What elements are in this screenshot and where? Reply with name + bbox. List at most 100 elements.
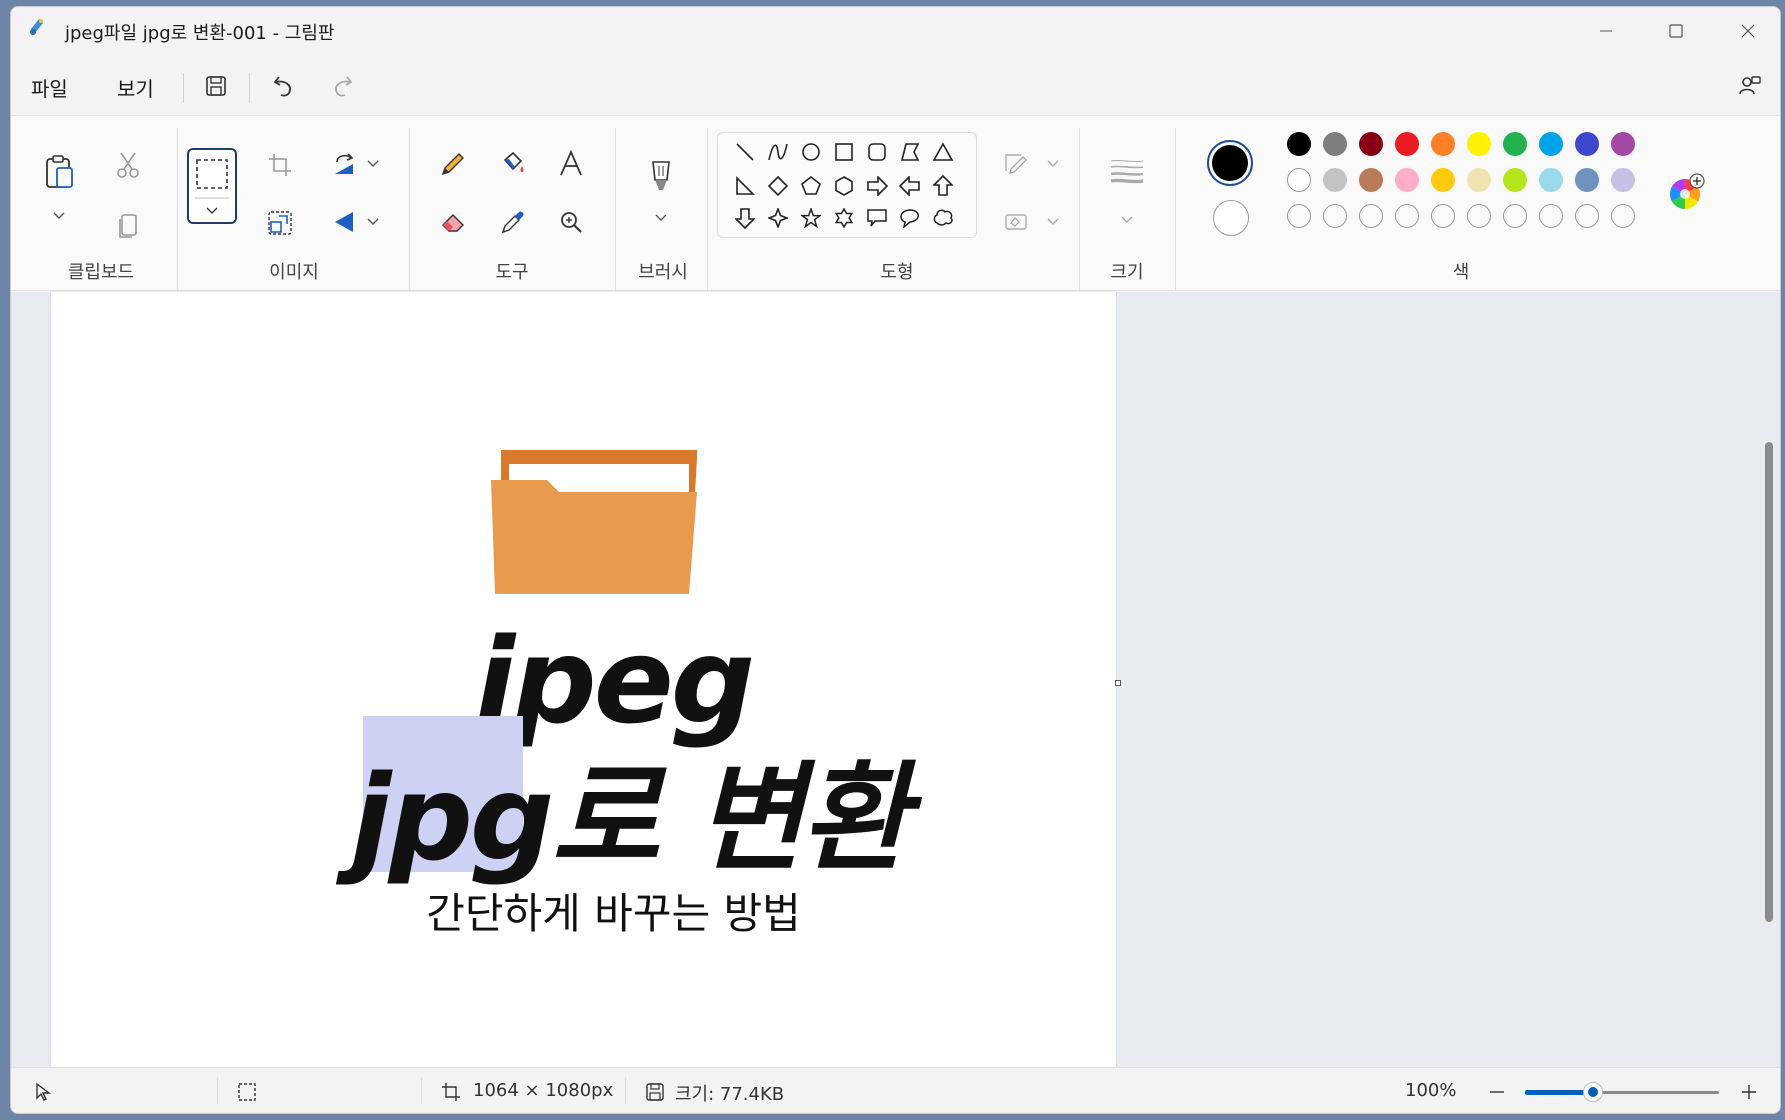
save-icon[interactable] [199, 69, 233, 103]
oval-callout-shape-icon[interactable] [897, 205, 923, 231]
brush-icon[interactable] [643, 156, 679, 196]
group-divider [409, 128, 410, 290]
menu-view[interactable]: 보기 [117, 73, 154, 102]
zoom-out-icon[interactable] [1485, 1080, 1509, 1104]
color-swatch[interactable] [1287, 132, 1311, 156]
four-point-star-shape-icon[interactable] [765, 205, 791, 231]
canvas-size-icon [439, 1080, 463, 1104]
zoom-in-icon[interactable] [1737, 1080, 1761, 1104]
shape-fill-icon[interactable] [999, 204, 1033, 238]
color-swatch[interactable] [1287, 168, 1311, 192]
shape-outline-icon[interactable] [999, 146, 1033, 180]
hexagon-shape-icon[interactable] [831, 173, 857, 199]
color-swatch[interactable] [1323, 132, 1347, 156]
rect-callout-shape-icon[interactable] [864, 205, 890, 231]
scrollbar-thumb[interactable] [1765, 442, 1773, 922]
redo-icon[interactable] [325, 69, 359, 103]
chevron-down-icon[interactable] [651, 208, 671, 228]
custom-color-slot[interactable] [1359, 204, 1383, 228]
polygon-shape-icon[interactable] [897, 139, 923, 165]
minimize-button[interactable] [1581, 13, 1631, 49]
color-swatch[interactable] [1467, 168, 1491, 192]
stroke-size-icon[interactable] [1107, 154, 1147, 188]
color-swatch[interactable] [1503, 132, 1527, 156]
color-swatch[interactable] [1611, 132, 1635, 156]
triangle-shape-icon[interactable] [930, 139, 956, 165]
oval-shape-icon[interactable] [798, 139, 824, 165]
color-swatch[interactable] [1395, 132, 1419, 156]
resize-icon[interactable] [263, 206, 297, 240]
color-swatch[interactable] [1467, 132, 1491, 156]
custom-color-slot[interactable] [1323, 204, 1347, 228]
color-swatch[interactable] [1539, 168, 1563, 192]
six-point-star-shape-icon[interactable] [831, 205, 857, 231]
left-arrow-shape-icon[interactable] [897, 173, 923, 199]
account-icon[interactable] [1733, 69, 1767, 103]
chevron-down-icon[interactable] [47, 206, 71, 226]
rectangle-shape-icon[interactable] [831, 139, 857, 165]
chevron-down-icon[interactable] [1117, 210, 1137, 230]
diamond-shape-icon[interactable] [765, 173, 791, 199]
crop-icon[interactable] [263, 148, 297, 182]
color-swatch[interactable] [1395, 168, 1419, 192]
custom-color-slot[interactable] [1395, 204, 1419, 228]
custom-color-slot[interactable] [1503, 204, 1527, 228]
color-swatch[interactable] [1431, 168, 1455, 192]
custom-color-slot[interactable] [1611, 204, 1635, 228]
five-point-star-shape-icon[interactable] [798, 205, 824, 231]
down-arrow-shape-icon[interactable] [732, 205, 758, 231]
chevron-down-icon[interactable] [1043, 212, 1063, 232]
copy-icon[interactable] [111, 208, 145, 242]
color-swatch[interactable] [1611, 168, 1635, 192]
menu-file[interactable]: 파일 [31, 73, 68, 102]
color-swatch[interactable] [1359, 132, 1383, 156]
custom-color-slot[interactable] [1539, 204, 1563, 228]
color-swatch[interactable] [1539, 132, 1563, 156]
primary-color[interactable] [1207, 140, 1253, 186]
color-swatch[interactable] [1359, 168, 1383, 192]
right-arrow-shape-icon[interactable] [864, 173, 890, 199]
line-shape-icon[interactable] [732, 139, 758, 165]
chevron-down-icon[interactable] [1043, 154, 1063, 174]
color-picker-icon[interactable] [495, 204, 531, 240]
pentagon-shape-icon[interactable] [798, 173, 824, 199]
curve-shape-icon[interactable] [765, 139, 791, 165]
edit-colors-icon[interactable] [1665, 170, 1709, 214]
color-swatch[interactable] [1575, 132, 1599, 156]
fill-icon[interactable] [495, 146, 531, 182]
color-swatch[interactable] [1431, 132, 1455, 156]
shapes-gallery [717, 132, 977, 238]
secondary-color[interactable] [1213, 200, 1249, 236]
folder-icon [491, 444, 711, 608]
rotate-icon[interactable] [327, 146, 361, 180]
color-swatch[interactable] [1323, 168, 1347, 192]
custom-color-slot[interactable] [1575, 204, 1599, 228]
cut-icon[interactable] [111, 148, 145, 182]
chevron-down-icon[interactable] [363, 212, 383, 232]
cloud-callout-shape-icon[interactable] [930, 205, 956, 231]
canvas-dimensions: 1064 × 1080px [473, 1080, 614, 1101]
pencil-icon[interactable] [435, 146, 471, 182]
custom-color-slot[interactable] [1287, 204, 1311, 228]
rounded-rectangle-shape-icon[interactable] [864, 139, 890, 165]
custom-color-slot[interactable] [1467, 204, 1491, 228]
undo-icon[interactable] [267, 69, 301, 103]
maximize-button[interactable] [1651, 13, 1701, 49]
magnifier-icon[interactable] [553, 204, 589, 240]
eraser-icon[interactable] [435, 204, 471, 240]
select-tool-button[interactable] [187, 148, 237, 224]
up-arrow-shape-icon[interactable] [930, 173, 956, 199]
chevron-down-icon[interactable] [363, 154, 383, 174]
zoom-slider-thumb[interactable] [1582, 1082, 1603, 1102]
color-swatch[interactable] [1503, 168, 1527, 192]
close-button[interactable] [1723, 13, 1773, 49]
canvas-resize-handle[interactable] [1115, 680, 1121, 686]
flip-icon[interactable] [327, 204, 361, 238]
group-divider [615, 128, 616, 290]
color-swatch[interactable] [1575, 168, 1599, 192]
text-icon[interactable] [553, 146, 589, 182]
right-triangle-shape-icon[interactable] [732, 173, 758, 199]
paste-icon[interactable] [39, 152, 79, 192]
custom-color-slot[interactable] [1431, 204, 1455, 228]
drawing-canvas[interactable]: jpeg jpg로 변환 간단하게 바꾸는 방법 [51, 292, 1116, 1067]
